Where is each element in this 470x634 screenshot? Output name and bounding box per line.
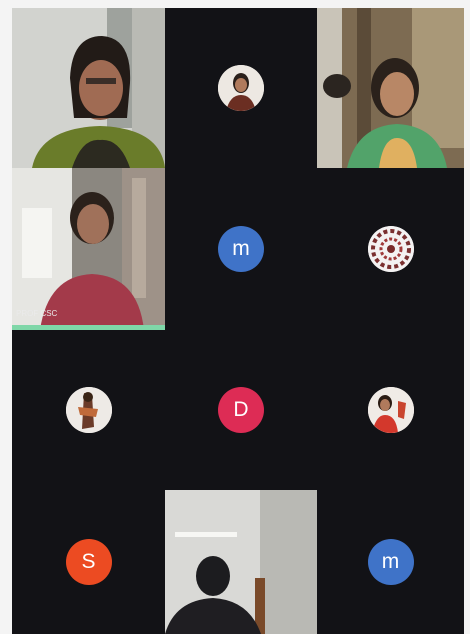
profile-photo-avatar — [367, 226, 414, 272]
participant-video-11[interactable] — [165, 490, 317, 634]
participant-tile-2[interactable] — [165, 8, 317, 168]
participant-video-3[interactable] — [317, 8, 464, 168]
participant-video-4[interactable]: PROF CSC — [12, 168, 165, 330]
participant-tile-9[interactable] — [317, 330, 464, 490]
participant-tile-5[interactable]: m — [165, 168, 317, 330]
profile-photo-avatar — [367, 387, 414, 433]
participant-grid: PROF CSC m D S m — [12, 8, 464, 634]
initial-avatar: S — [65, 539, 112, 585]
participant-tile-12[interactable]: m — [317, 490, 464, 634]
participant-video-1[interactable] — [12, 8, 165, 168]
video-frame — [165, 490, 317, 634]
participant-tile-6[interactable] — [317, 168, 464, 330]
initial-avatar: D — [218, 387, 264, 433]
profile-photo-avatar — [65, 387, 112, 433]
video-frame — [317, 8, 464, 168]
initial-avatar: m — [218, 226, 264, 272]
participant-tile-8[interactable]: D — [165, 330, 317, 490]
video-frame — [12, 8, 165, 168]
profile-photo-avatar — [218, 65, 264, 111]
participant-name-label: PROF CSC — [16, 309, 58, 318]
initial-avatar: m — [367, 539, 414, 585]
participant-tile-10[interactable]: S — [12, 490, 165, 634]
video-frame — [12, 168, 165, 330]
participant-tile-7[interactable] — [12, 330, 165, 490]
